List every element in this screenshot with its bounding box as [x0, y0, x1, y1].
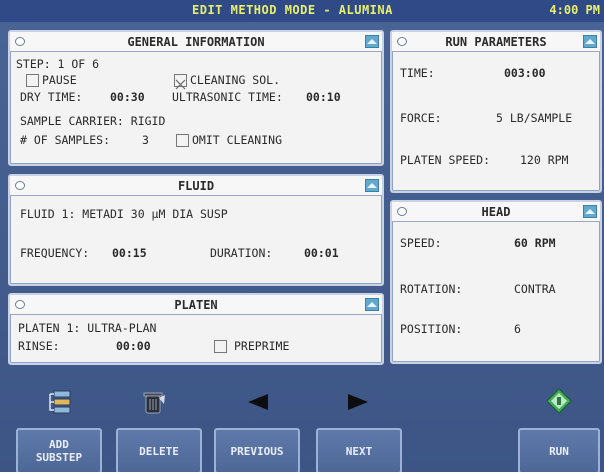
head-speed-label: SPEED:	[400, 236, 442, 250]
stacked-layers-icon[interactable]	[48, 388, 76, 420]
fluid-1-selection[interactable]: FLUID 1: METADI 30 µM DIA SUSP	[20, 207, 228, 221]
dry-time-label: DRY TIME:	[20, 90, 83, 104]
screen: EDIT METHOD MODE - ALUMINA 4:00 PM GENER…	[0, 0, 604, 472]
sample-carrier[interactable]: SAMPLE CARRIER: RIGID	[20, 114, 165, 128]
window-title: EDIT METHOD MODE - ALUMINA	[192, 3, 393, 17]
ultrasonic-time-value[interactable]: 00:10	[306, 90, 341, 104]
general-information-panel: GENERAL INFORMATION STEP: 1 OF 6 PAUSE C…	[8, 30, 384, 166]
frequency-value[interactable]: 00:15	[112, 246, 147, 260]
previous-label: PREVIOUS	[230, 444, 284, 458]
omit-cleaning-checkbox[interactable]	[176, 134, 189, 147]
add-substep-label: ADD SUBSTEP	[36, 438, 82, 464]
next-button[interactable]: NEXT	[316, 428, 402, 472]
add-substep-button[interactable]: ADD SUBSTEP	[16, 428, 102, 472]
preprime-label: PREPRIME	[234, 339, 290, 353]
delete-button[interactable]: DELETE	[116, 428, 202, 472]
step-indicator: STEP: 1 OF 6	[16, 57, 100, 71]
duration-value[interactable]: 00:01	[304, 246, 339, 260]
add-substep-line-2: SUBSTEP	[35, 451, 83, 464]
diamond-run-icon[interactable]	[546, 388, 572, 418]
platen-speed-label: PLATEN SPEED:	[400, 153, 491, 167]
fluid-panel: FLUID FLUID 1: METADI 30 µM DIA SUSP FRE…	[8, 174, 384, 286]
delete-label: DELETE	[139, 444, 179, 458]
rinse-label: RINSE:	[18, 339, 60, 353]
samples-count-value[interactable]: 3	[142, 133, 149, 147]
checkmark-x-icon	[175, 79, 186, 90]
collapse-icon[interactable]	[583, 35, 597, 48]
platen-speed-value[interactable]: 120 RPM	[520, 153, 568, 167]
panel-header: PLATEN	[10, 295, 382, 315]
panel-header: HEAD	[392, 202, 600, 222]
cleaning-solution-label: CLEANING SOL.	[190, 73, 281, 87]
panel-title: GENERAL INFORMATION	[127, 35, 265, 49]
ultrasonic-time-label: ULTRASONIC TIME:	[172, 90, 283, 104]
duration-label: DURATION:	[210, 246, 273, 260]
collapse-icon[interactable]	[365, 179, 379, 192]
samples-count-label: # OF SAMPLES:	[20, 133, 111, 147]
collapse-icon[interactable]	[365, 298, 379, 311]
head-panel: HEAD SPEED: 60 RPM ROTATION: CONTRA POSI…	[390, 200, 602, 364]
panel-header: GENERAL INFORMATION	[10, 32, 382, 52]
add-substep-line-1: ADD	[49, 438, 69, 451]
panel-title: FLUID	[177, 179, 215, 193]
time-value[interactable]: 003:00	[504, 66, 546, 80]
previous-button[interactable]: PREVIOUS	[214, 428, 300, 472]
panel-title: PLATEN	[174, 298, 218, 312]
pause-checkbox[interactable]	[26, 74, 39, 87]
collapse-icon[interactable]	[583, 205, 597, 218]
frequency-label: FREQUENCY:	[20, 246, 90, 260]
next-label: NEXT	[345, 444, 373, 458]
run-label: RUN	[549, 444, 569, 458]
rotation-value[interactable]: CONTRA	[514, 282, 556, 296]
dry-time-value[interactable]: 00:30	[110, 90, 145, 104]
panel-title: RUN PARAMETERS	[445, 35, 547, 49]
cleaning-solution-checkbox[interactable]	[174, 74, 187, 90]
position-value[interactable]: 6	[514, 322, 521, 336]
collapse-icon[interactable]	[365, 35, 379, 48]
pause-label: PAUSE	[42, 73, 77, 87]
rinse-value[interactable]: 00:00	[116, 339, 151, 353]
trash-bin-icon[interactable]	[140, 388, 168, 420]
position-label: POSITION:	[400, 322, 463, 336]
platen-1-selection[interactable]: PLATEN 1: ULTRA-PLAN	[18, 321, 156, 335]
panel-header: RUN PARAMETERS	[392, 32, 600, 52]
left-arrow-icon[interactable]	[246, 392, 270, 416]
title-bar: EDIT METHOD MODE - ALUMINA 4:00 PM	[0, 0, 604, 22]
panel-title: HEAD	[481, 205, 511, 219]
omit-cleaning-label: OMIT CLEANING	[192, 133, 283, 147]
head-speed-value[interactable]: 60 RPM	[514, 236, 556, 250]
run-parameters-panel: RUN PARAMETERS TIME: 003:00 FORCE: 5 LB/…	[390, 30, 602, 193]
platen-panel: PLATEN PLATEN 1: ULTRA-PLAN RINSE: 00:00…	[8, 293, 384, 365]
right-arrow-icon[interactable]	[346, 392, 370, 416]
preprime-checkbox[interactable]	[214, 340, 227, 353]
time-label: TIME:	[400, 66, 435, 80]
run-button[interactable]: RUN	[518, 428, 600, 472]
clock: 4:00 PM	[549, 3, 600, 17]
rotation-label: ROTATION:	[400, 282, 463, 296]
force-label: FORCE:	[400, 111, 442, 125]
force-value[interactable]: 5 LB/SAMPLE	[496, 111, 572, 125]
panel-header: FLUID	[10, 176, 382, 196]
